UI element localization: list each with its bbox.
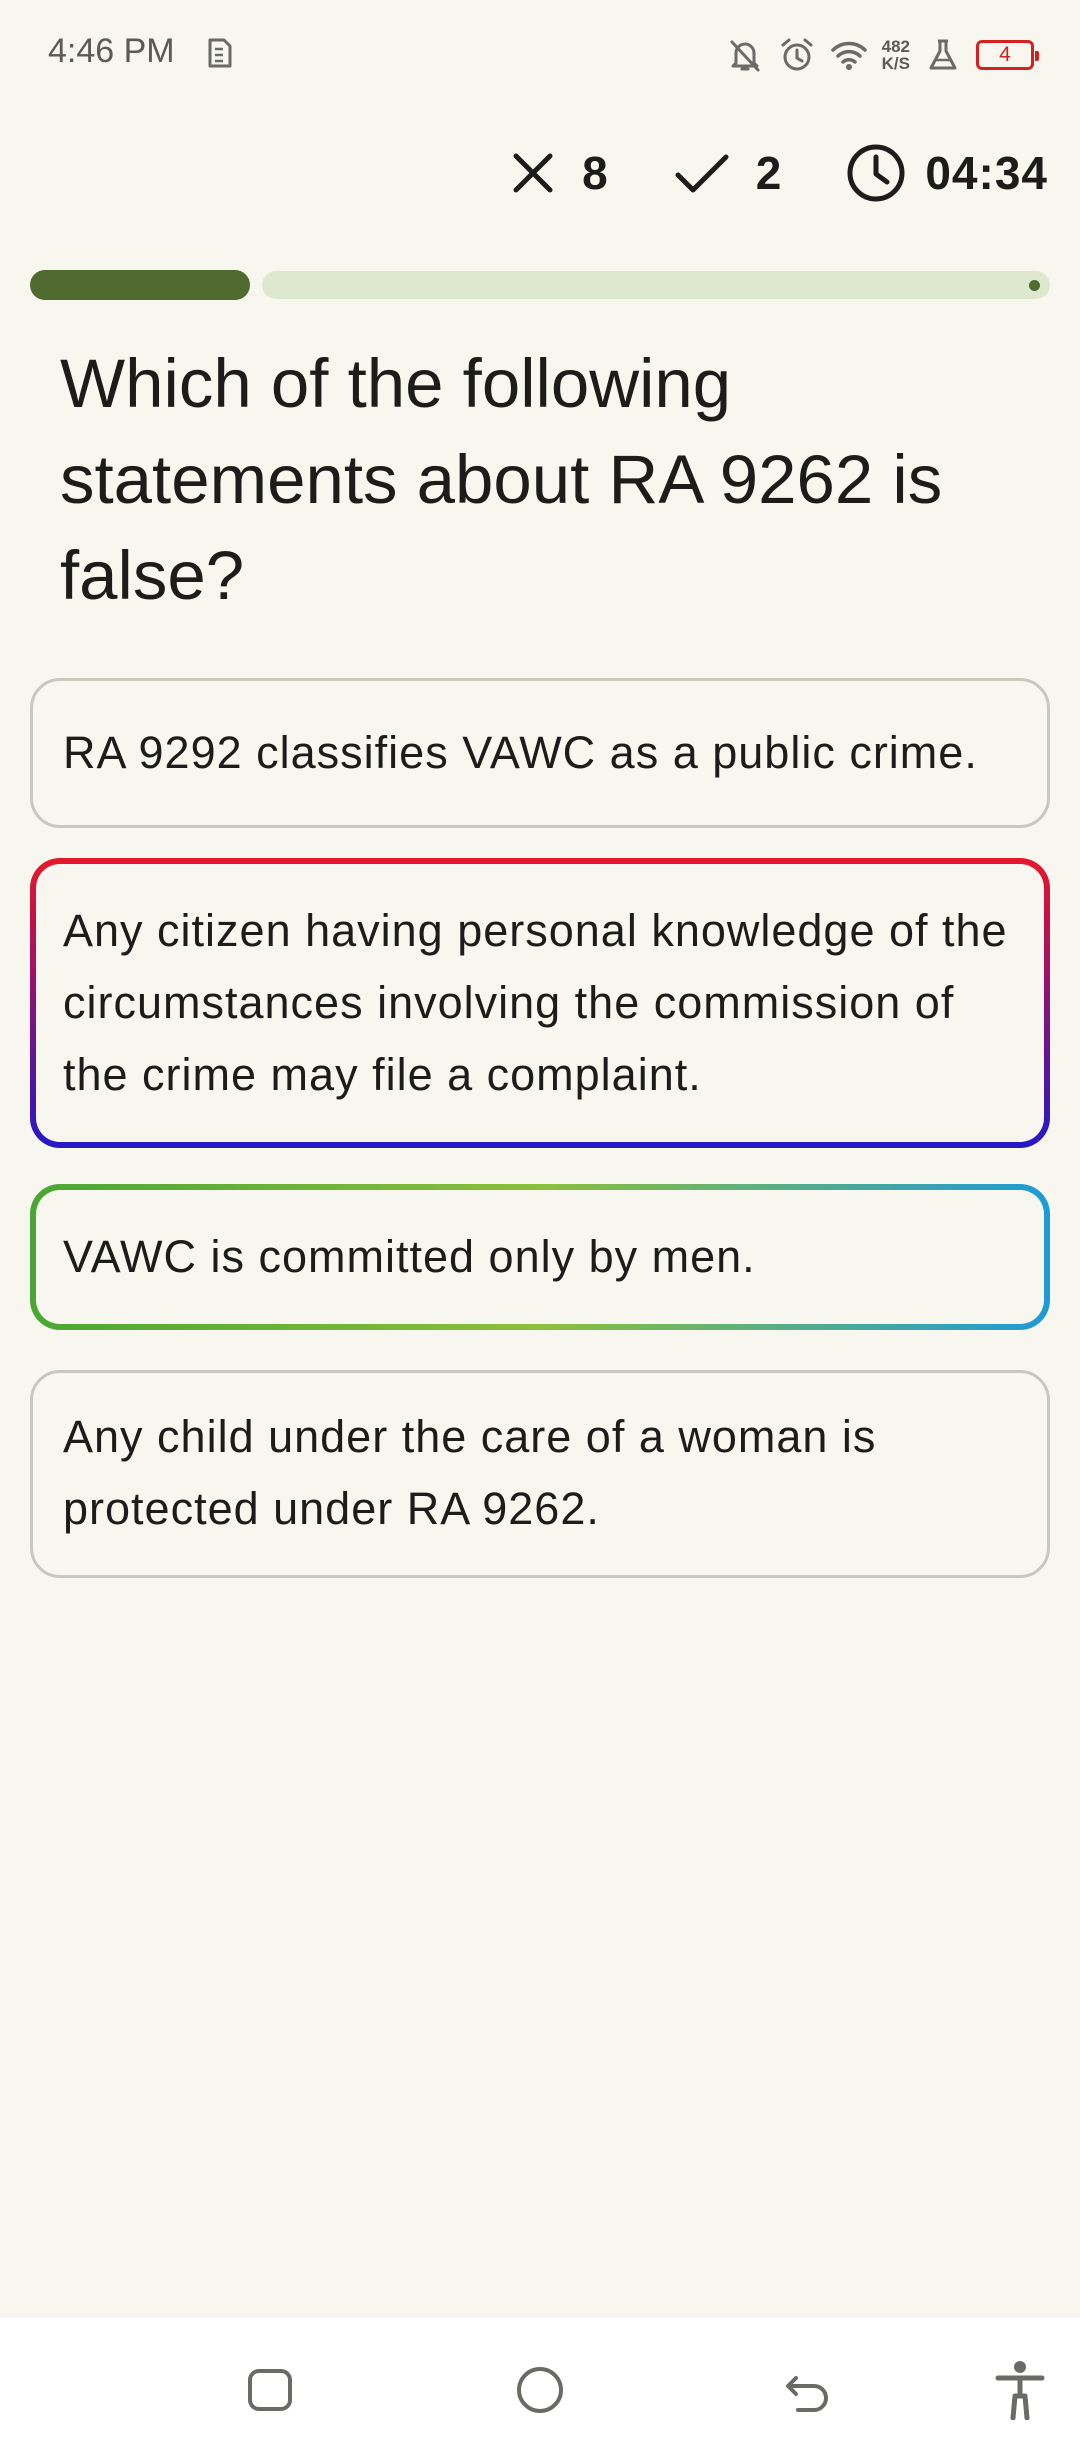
wrong-count-value: 8	[582, 147, 608, 199]
battery-icon: 4	[976, 40, 1039, 70]
answer-option-text: RA 9292 classifies VAWC as a public crim…	[63, 727, 978, 778]
net-speed-unit: K/S	[881, 54, 910, 73]
battery-level: 4	[999, 43, 1011, 66]
right-count: 2	[674, 146, 782, 200]
check-icon	[675, 154, 729, 193]
net-speed-value: 482	[881, 37, 910, 56]
question-text: Which of the following statements about …	[60, 345, 943, 614]
back-icon	[786, 2376, 828, 2412]
status-time: 4:46 PM	[48, 32, 175, 70]
recent-apps-icon	[248, 2369, 292, 2411]
accessibility-button[interactable]	[992, 2361, 1048, 2420]
progress-end-dot	[1029, 280, 1040, 291]
lab-flask-icon	[929, 39, 957, 70]
accessibility-icon	[995, 2361, 1045, 2420]
progress-track	[262, 271, 1050, 299]
answer-option-1[interactable]: RA 9292 classifies VAWC as a public crim…	[30, 678, 1050, 828]
right-count-value: 2	[755, 147, 782, 199]
home-icon	[517, 2367, 563, 2413]
progress-fill	[30, 270, 250, 300]
home-button[interactable]	[512, 2362, 568, 2418]
system-nav-bar	[0, 2318, 1080, 2460]
wrong-count: 8	[510, 146, 608, 200]
status-bar: 4:46 PM 482 K/S 4	[0, 0, 1080, 110]
status-icons: 482 K/S 4	[726, 30, 1039, 80]
quiz-stats: 8 2 04:34	[510, 128, 1048, 218]
sim-icon	[208, 38, 232, 68]
quiz-progress-bar	[30, 270, 1050, 300]
answer-option-4[interactable]: Any child under the care of a woman is p…	[30, 1370, 1050, 1578]
timer-value: 04:34	[925, 147, 1048, 199]
close-icon	[513, 153, 553, 193]
answer-option-text: Any citizen having personal knowledge of…	[63, 905, 1008, 1100]
back-button[interactable]	[780, 2362, 836, 2418]
answer-option-text: Any child under the care of a woman is p…	[63, 1411, 877, 1534]
recent-apps-button[interactable]	[242, 2362, 298, 2418]
wifi-icon	[830, 41, 867, 70]
mute-bell-icon	[730, 40, 760, 72]
timer: 04:34	[845, 142, 1048, 204]
answer-option-text: VAWC is committed only by men.	[63, 1231, 756, 1282]
alarm-icon	[781, 38, 813, 71]
answer-option-2-wrong[interactable]: Any citizen having personal knowledge of…	[30, 858, 1050, 1148]
answer-options: RA 9292 classifies VAWC as a public crim…	[30, 678, 1050, 1578]
clock-icon	[847, 144, 905, 202]
answer-option-3-correct[interactable]: VAWC is committed only by men.	[30, 1184, 1050, 1330]
net-speed: 482 K/S	[882, 38, 910, 72]
